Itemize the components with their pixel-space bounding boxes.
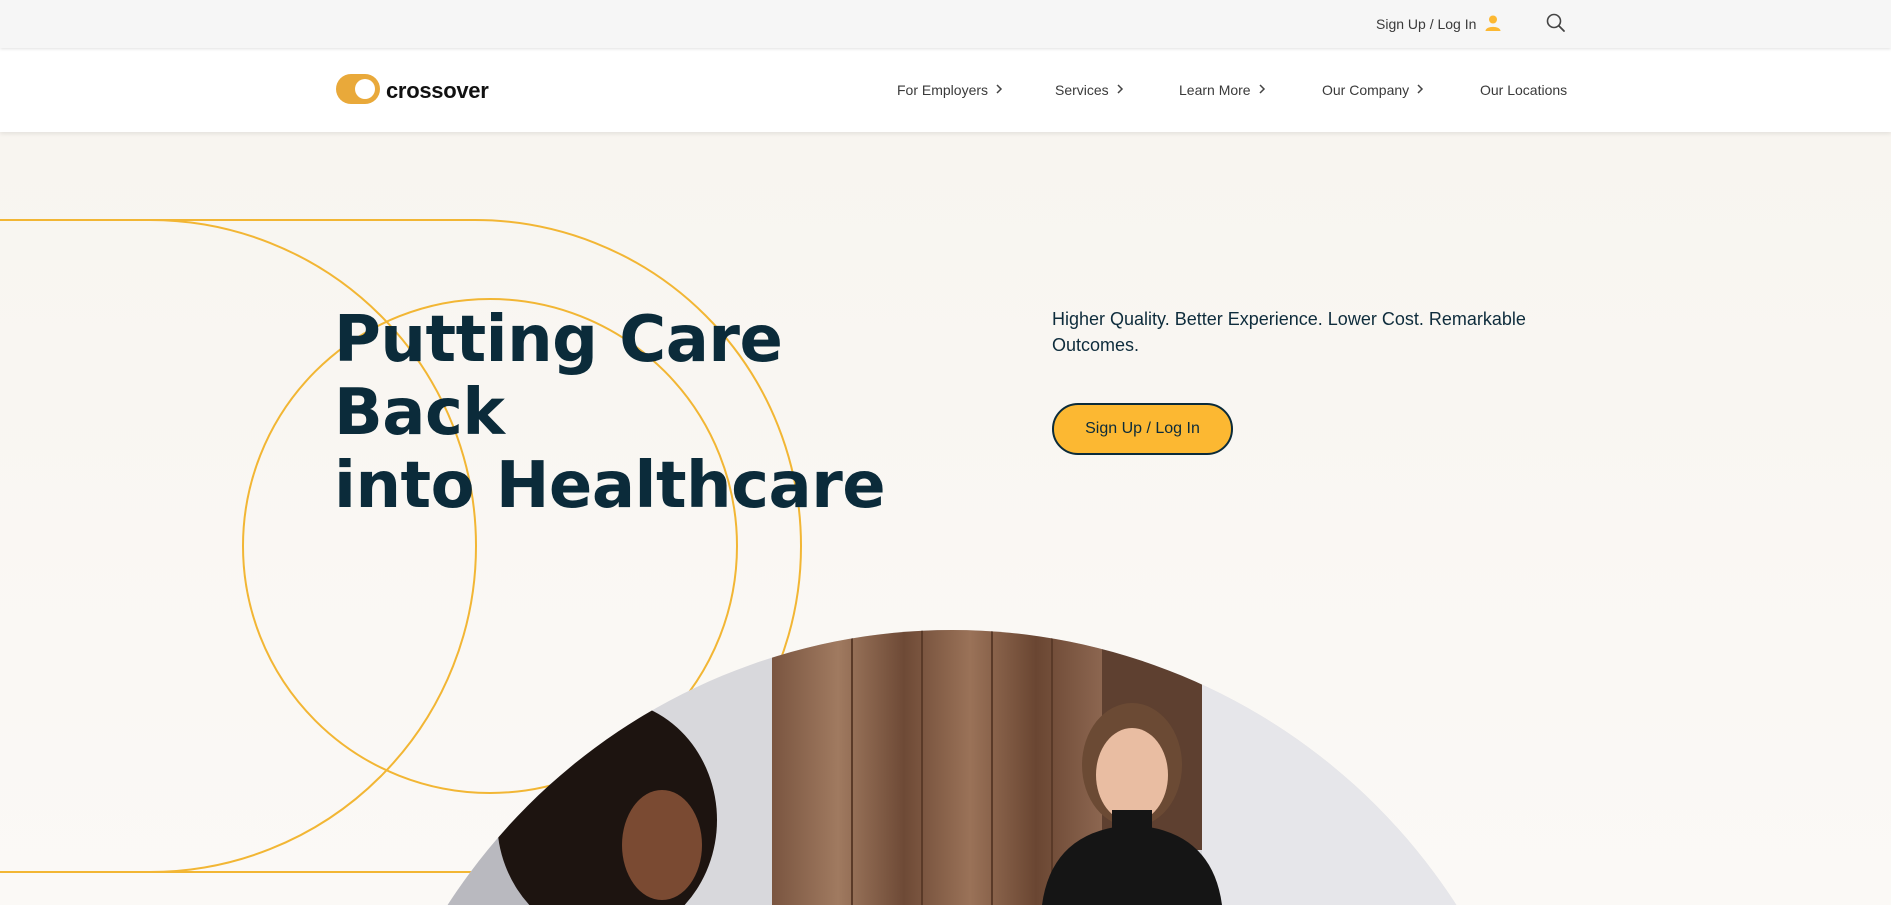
- chevron-right-icon: [1258, 82, 1266, 98]
- crossover-logo[interactable]: crossover: [336, 73, 489, 109]
- logo-text: crossover: [386, 78, 489, 103]
- utility-signup-label: Sign Up / Log In: [1376, 16, 1477, 32]
- hero-title-line-1: Putting Care Back: [334, 303, 783, 450]
- utility-signup-link[interactable]: Sign Up / Log In: [1376, 13, 1502, 35]
- chevron-right-icon: [995, 82, 1003, 98]
- main-nav: crossover For Employers Services Learn M…: [0, 48, 1891, 132]
- nav-item-label: For Employers: [897, 82, 989, 98]
- nav-item-our-locations[interactable]: Our Locations: [1480, 80, 1567, 100]
- hero-subtitle: Higher Quality. Better Experience. Lower…: [1052, 309, 1526, 355]
- chevron-right-icon: [1116, 82, 1124, 98]
- hero-photo: [352, 630, 1552, 905]
- utility-bar: Sign Up / Log In: [0, 0, 1891, 48]
- hero-title-line-2: into Healthcare: [334, 449, 886, 523]
- nav-item-label: Services: [1055, 82, 1109, 98]
- nav-item-label: Learn More: [1179, 82, 1251, 98]
- nav-item-label: Our Locations: [1480, 82, 1568, 98]
- hero-signup-button[interactable]: Sign Up / Log In: [1052, 403, 1233, 455]
- nav-item-label: Our Company: [1322, 82, 1410, 98]
- toggle-logo-icon: [336, 73, 380, 109]
- nav-item-services[interactable]: Services: [1055, 80, 1124, 100]
- search-icon[interactable]: [1545, 12, 1567, 34]
- user-icon: [1484, 14, 1502, 35]
- nav-item-for-employers[interactable]: For Employers: [897, 80, 1003, 100]
- nav-item-learn-more[interactable]: Learn More: [1179, 80, 1266, 100]
- hero-title: Putting Care Back into Healthcare: [334, 304, 954, 523]
- chevron-right-icon: [1416, 82, 1424, 98]
- nav-item-our-company[interactable]: Our Company: [1322, 80, 1424, 100]
